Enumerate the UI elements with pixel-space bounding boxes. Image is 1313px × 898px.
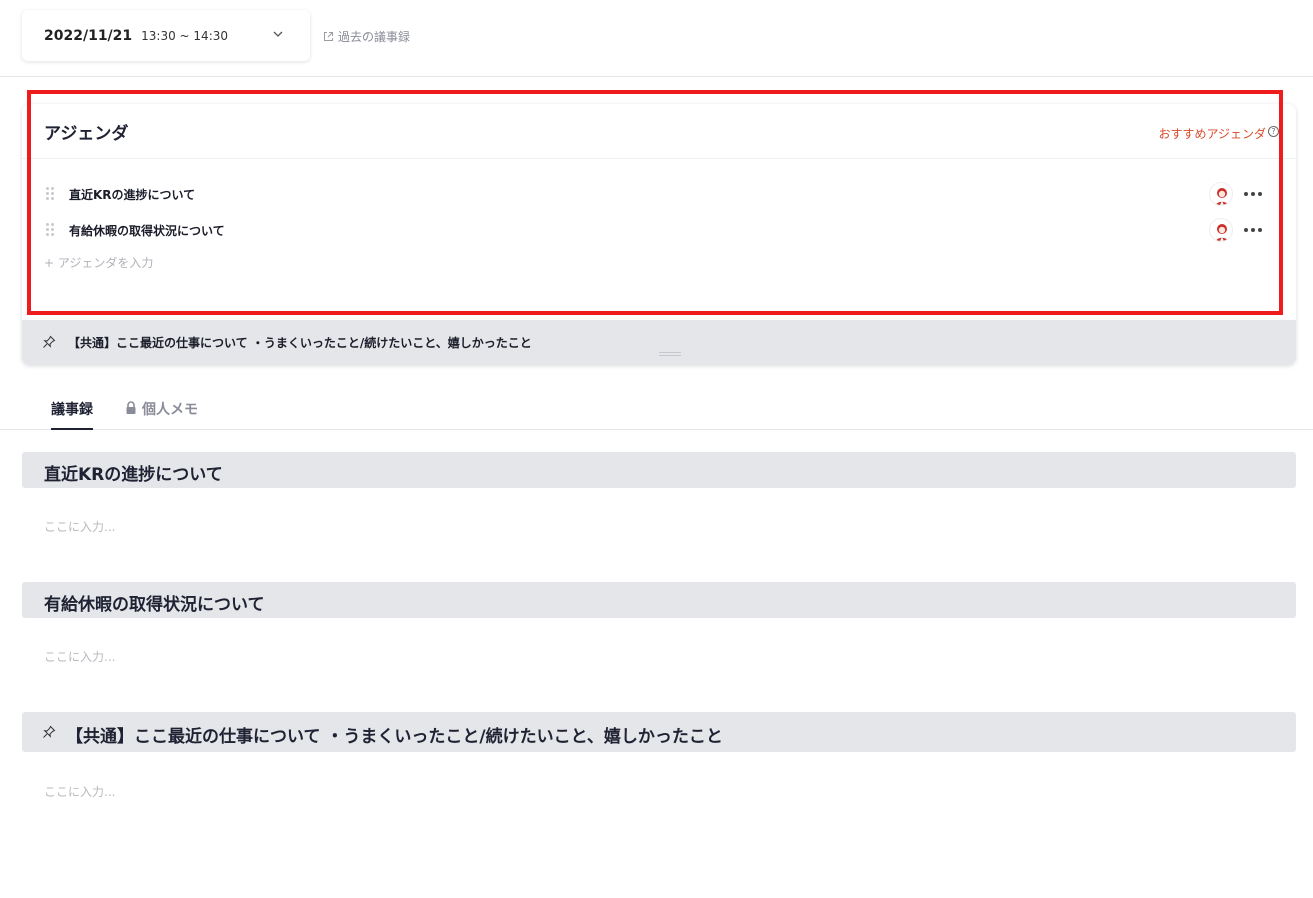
section-input[interactable]: ここに入力...	[44, 648, 115, 665]
tab-personal-memo-label: 個人メモ	[142, 402, 198, 418]
agenda-item-label: 有給休暇の取得状況について	[69, 223, 225, 238]
chevron-down-icon	[273, 31, 283, 37]
section-title: 有給休暇の取得状況について	[44, 595, 265, 615]
section-title: 【共通】ここ最近の仕事について ・うまくいったこと/続けたいこと、嬉しかったこと	[66, 727, 723, 747]
tab-personal-memo[interactable]: 個人メモ	[125, 399, 198, 430]
tab-bar: 議事録 個人メモ	[0, 387, 1313, 430]
pin-icon	[43, 725, 56, 738]
more-options-icon[interactable]	[1244, 228, 1262, 232]
avatar[interactable]	[1209, 182, 1233, 206]
meeting-date-select[interactable]: 2022/11/21 13:30 ~ 14:30	[22, 10, 310, 61]
section-header: 有給休暇の取得状況について	[22, 582, 1296, 618]
agenda-title: アジェンダ	[44, 123, 129, 144]
add-agenda-input[interactable]: + アジェンダを入力	[44, 254, 153, 271]
agenda-item-label: 直近KRの進捗について	[69, 187, 196, 202]
pin-icon	[43, 335, 56, 348]
meeting-date: 2022/11/21	[44, 27, 133, 44]
tab-minutes[interactable]: 議事録	[51, 399, 93, 430]
past-minutes-label: 過去の議事録	[338, 30, 411, 44]
more-options-icon[interactable]	[1244, 192, 1262, 196]
help-icon[interactable]: ?	[1268, 126, 1279, 137]
resize-handle[interactable]	[659, 352, 681, 356]
agenda-header: アジェンダ おすすめアジェンダ ?	[22, 104, 1296, 159]
agenda-item[interactable]: 直近KRの進捗について	[22, 179, 1296, 209]
meeting-time: 13:30 ~ 14:30	[141, 28, 229, 43]
lock-icon	[126, 401, 136, 414]
agenda-item[interactable]: 有給休暇の取得状況について	[22, 215, 1296, 245]
avatar[interactable]	[1209, 218, 1233, 242]
drag-handle-icon[interactable]	[46, 223, 54, 237]
meeting-header: 2022/11/21 13:30 ~ 14:30 過去の議事録	[0, 0, 1313, 77]
agenda-card: アジェンダ おすすめアジェンダ ? 直近KRの進捗について 有給休暇の取得状況に…	[22, 104, 1296, 365]
external-link-icon	[324, 32, 333, 41]
section-header: 【共通】ここ最近の仕事について ・うまくいったこと/続けたいこと、嬉しかったこと	[22, 712, 1296, 752]
drag-handle-icon[interactable]	[46, 187, 54, 201]
pinned-agenda-label: 【共通】ここ最近の仕事について ・うまくいったこと/続けたいこと、嬉しかったこと	[68, 336, 532, 350]
section-input[interactable]: ここに入力...	[44, 783, 115, 800]
pinned-agenda-bar[interactable]: 【共通】ここ最近の仕事について ・うまくいったこと/続けたいこと、嬉しかったこと	[22, 320, 1296, 365]
section-input[interactable]: ここに入力...	[44, 518, 115, 535]
section-header: 直近KRの進捗について	[22, 452, 1296, 488]
section-title: 直近KRの進捗について	[44, 465, 223, 485]
recommended-agenda-link[interactable]: おすすめアジェンダ	[1158, 125, 1266, 142]
past-minutes-link[interactable]: 過去の議事録	[323, 28, 410, 45]
